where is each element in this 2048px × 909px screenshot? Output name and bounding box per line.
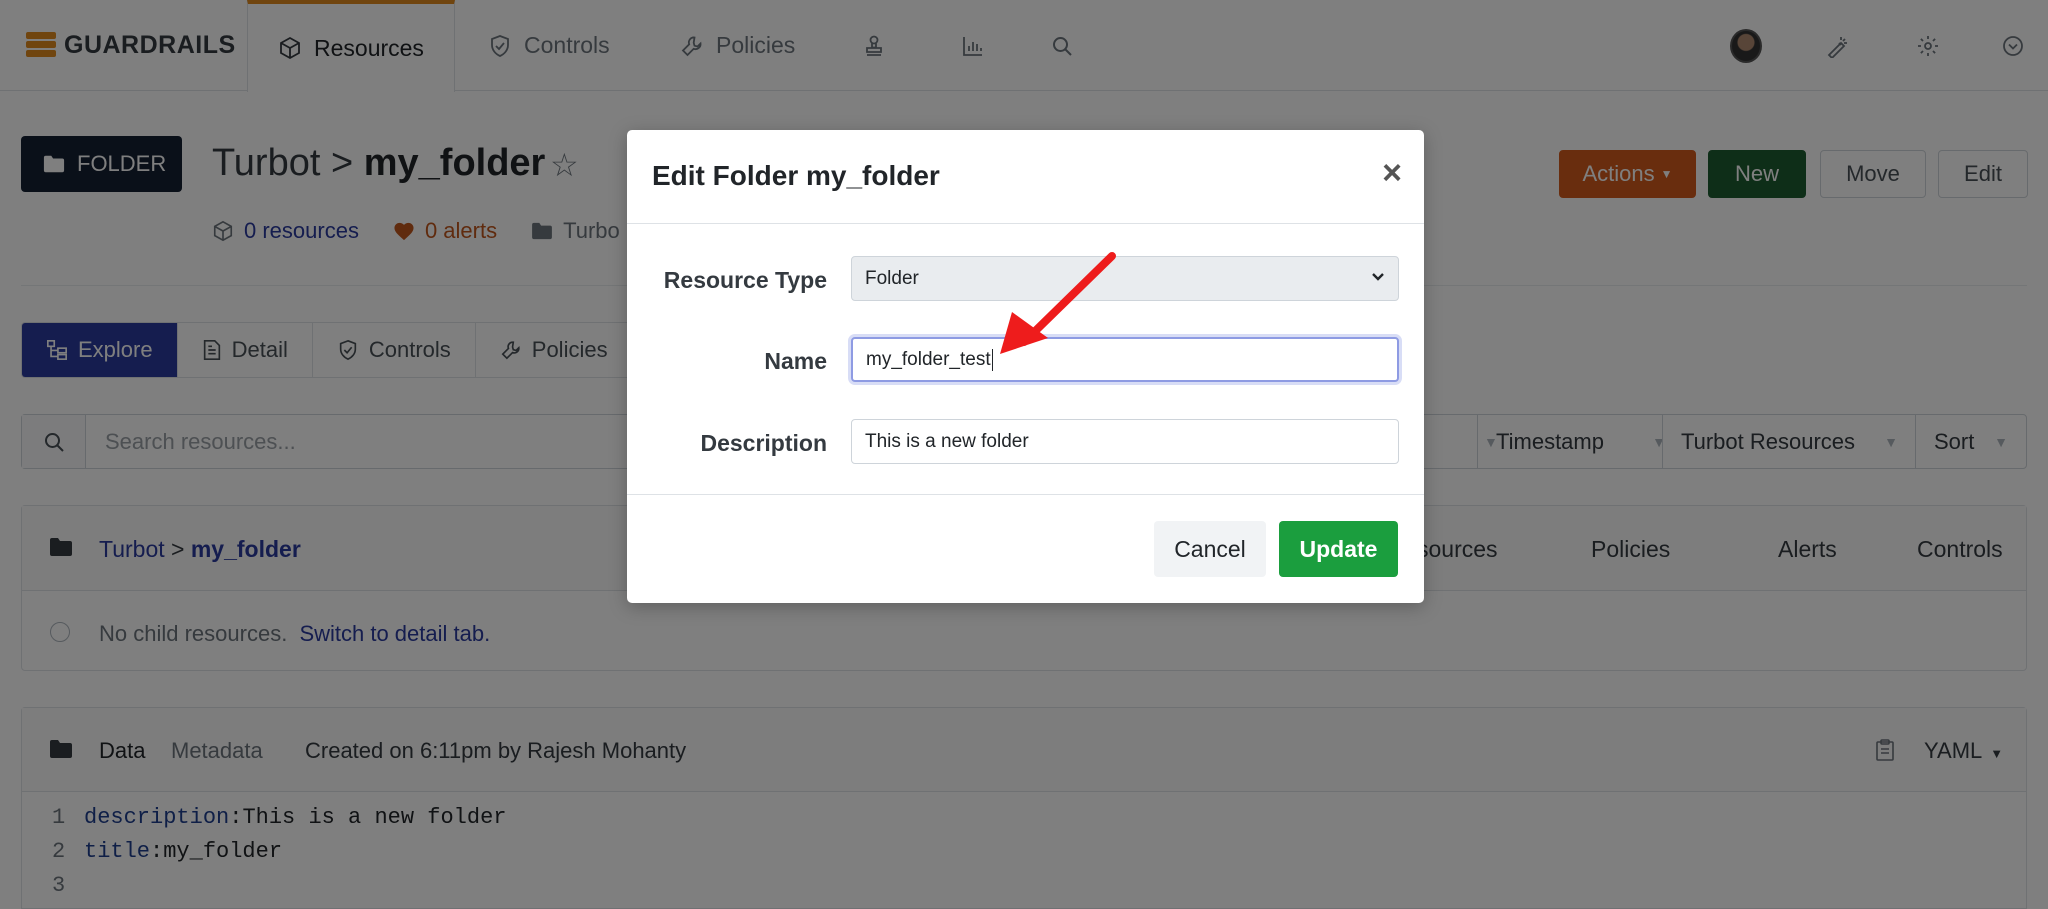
resource-type-label: Resource Type	[663, 267, 827, 293]
description-input[interactable]: This is a new folder	[851, 419, 1399, 464]
modal-footer: Cancel Update	[627, 494, 1424, 603]
cancel-button[interactable]: Cancel	[1154, 521, 1266, 577]
name-input[interactable]: my_folder_test	[851, 337, 1399, 382]
modal-title: Edit Folder my_folder	[652, 160, 940, 191]
name-label: Name	[764, 348, 827, 374]
update-button[interactable]: Update	[1279, 521, 1398, 577]
description-label: Description	[700, 430, 827, 456]
resource-type-select[interactable]: Folder	[851, 256, 1399, 301]
annotation-arrow-icon	[1000, 252, 1116, 354]
modal-header: Edit Folder my_folder ×	[627, 130, 1424, 224]
resource-type-value: Folder	[865, 267, 919, 289]
name-input-value: my_folder_test	[866, 348, 991, 370]
chevron-down-icon	[1370, 268, 1386, 290]
description-input-value: This is a new folder	[865, 430, 1029, 452]
edit-folder-modal: Edit Folder my_folder × Resource Type Fo…	[627, 130, 1424, 603]
close-icon[interactable]: ×	[1382, 156, 1402, 190]
